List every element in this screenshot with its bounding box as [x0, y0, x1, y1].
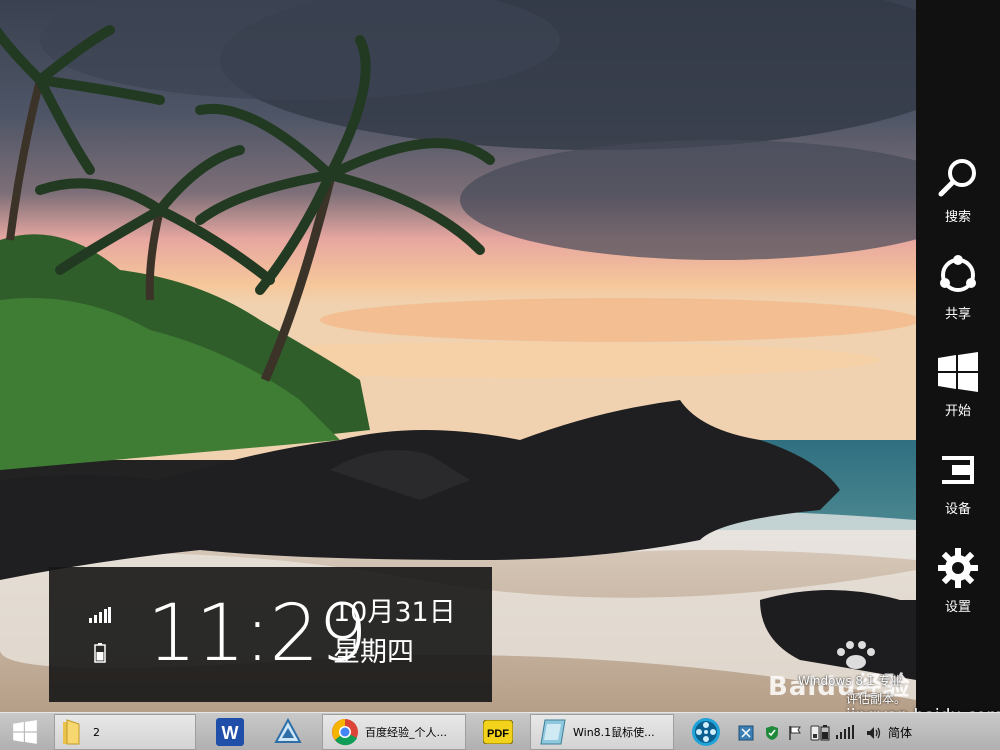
taskbar-wps-writer[interactable]: W	[204, 714, 256, 750]
wps-w-icon: W	[216, 718, 244, 746]
charm-search[interactable]: 搜索	[916, 150, 1000, 230]
gear-icon	[938, 548, 978, 588]
triangle-app-icon	[274, 718, 302, 743]
signal-strength-icon[interactable]	[836, 725, 854, 739]
charm-share-label: 共享	[944, 307, 971, 322]
datetime-panel: 11:29 10月31日 星期四	[49, 567, 492, 702]
taskbar-win81-document[interactable]: Win8.1鼠标使...	[530, 714, 674, 750]
taskbar-item-label: 2	[93, 725, 100, 739]
chrome-icon	[332, 719, 358, 746]
taskbar-remote-app[interactable]	[262, 714, 314, 750]
charm-start[interactable]: 开始	[916, 344, 1000, 424]
input-method-indicator[interactable]: 简体	[888, 724, 912, 741]
charms-bar: 搜索 共享 开始 设备 设置	[916, 0, 1000, 712]
start-button[interactable]	[4, 714, 46, 750]
security-shield-icon[interactable]	[764, 725, 780, 741]
clock-weekday: 星期四	[333, 637, 414, 668]
pdf-icon: PDF	[483, 720, 513, 744]
taskbar-file-explorer[interactable]: 2	[54, 714, 196, 750]
windows-logo-icon	[13, 720, 37, 744]
windows-logo-icon	[938, 352, 978, 392]
search-icon	[938, 159, 976, 197]
taskbar-chrome[interactable]: 百度经验_个人...	[322, 714, 466, 750]
charm-settings-label: 设置	[944, 600, 971, 615]
devices-icon	[942, 456, 974, 484]
battery-icon	[94, 643, 106, 663]
windows-version-watermark: Windows 8.1 专业	[798, 674, 903, 688]
clock-date: 10月31日	[333, 597, 456, 628]
charm-settings[interactable]: 设置	[916, 540, 1000, 620]
taskbar-item-label: Win8.1鼠标使...	[573, 726, 655, 739]
taskbar-media-app[interactable]	[680, 714, 732, 750]
charm-devices-label: 设备	[944, 502, 971, 517]
charm-start-label: 开始	[944, 404, 971, 419]
charm-share[interactable]: 共享	[916, 247, 1000, 327]
tray-app-icon[interactable]	[738, 725, 754, 741]
signal-strength-icon	[89, 607, 111, 623]
svg-text:W: W	[222, 723, 239, 743]
evaluation-copy-watermark: 评估副本。	[846, 692, 907, 706]
charm-devices[interactable]: 设备	[916, 442, 1000, 522]
share-icon	[940, 255, 976, 292]
volume-icon[interactable]	[866, 725, 882, 741]
system-tray: 简体	[738, 714, 1000, 750]
taskbar-item-label: 百度经验_个人...	[365, 726, 447, 739]
svg-text:PDF: PDF	[487, 728, 509, 740]
charm-search-label: 搜索	[944, 210, 971, 225]
document-icon	[540, 719, 566, 745]
taskbar: 2 W 百度经验_个人... PDF Win8.1鼠标使... 简体	[0, 712, 1000, 750]
battery-icon[interactable]	[820, 725, 830, 741]
film-reel-icon	[692, 718, 720, 746]
folder-icon	[63, 719, 80, 745]
taskbar-pdf-app[interactable]: PDF	[472, 714, 524, 750]
action-center-flag-icon[interactable]	[788, 725, 802, 741]
